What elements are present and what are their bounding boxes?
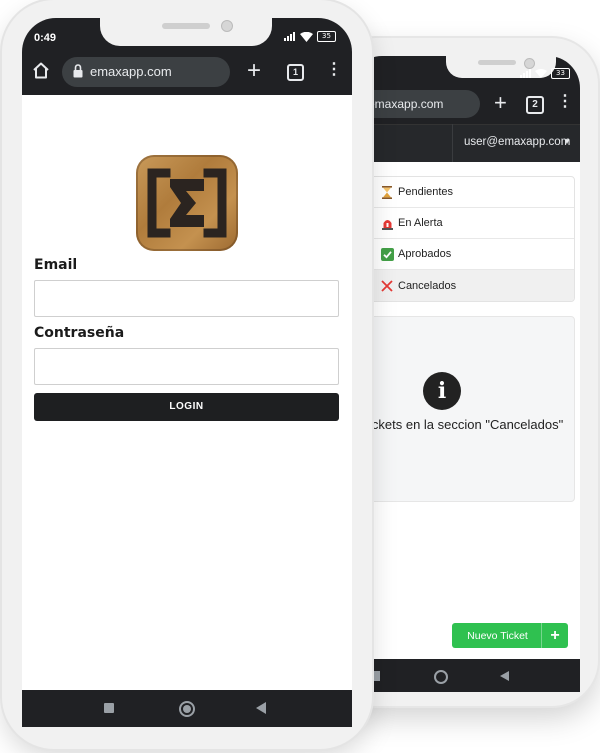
back-speaker xyxy=(478,60,516,65)
new-tab-icon[interactable]: + xyxy=(247,59,261,83)
new-ticket-button[interactable]: Nuevo Ticket + xyxy=(452,623,568,648)
siren-icon xyxy=(380,216,394,230)
wifi-icon xyxy=(300,31,313,42)
home-button-icon[interactable] xyxy=(434,670,448,684)
empty-state-message: ickets en la seccion "Cancelados" xyxy=(369,417,564,432)
back-arrow-icon[interactable] xyxy=(256,702,266,714)
front-status-icons: 35 xyxy=(284,31,336,42)
plus-icon: + xyxy=(541,623,568,648)
filter-label: En Alerta xyxy=(398,217,443,229)
back-status-icons: 33 xyxy=(520,66,570,80)
filter-pendientes[interactable]: Pendientes xyxy=(365,177,574,208)
check-icon xyxy=(380,247,394,261)
cross-icon xyxy=(380,279,394,293)
front-url-bar[interactable]: emaxapp.com xyxy=(62,57,230,87)
battery-icon: 33 xyxy=(551,67,570,79)
filter-en-alerta[interactable]: En Alerta xyxy=(365,208,574,239)
back-tab-switcher[interactable]: 2 xyxy=(526,96,544,114)
filter-label: Aprobados xyxy=(398,248,452,260)
lock-icon xyxy=(73,64,83,83)
signal-icon xyxy=(284,32,295,41)
more-menu-icon[interactable]: ⋮ xyxy=(326,62,342,78)
login-button[interactable]: LOGIN xyxy=(34,393,339,421)
front-speaker xyxy=(162,23,210,29)
back-url-text: emaxapp.com xyxy=(368,97,444,111)
tab-switcher[interactable]: 1 xyxy=(287,64,304,81)
filter-aprobados[interactable]: Aprobados xyxy=(365,239,574,270)
front-url-text: emaxapp.com xyxy=(90,64,172,79)
battery-icon: 35 xyxy=(317,31,336,42)
ticket-filter-list: Pendientes En Alerta Aprobados Cancelado… xyxy=(364,176,575,302)
signal-icon xyxy=(520,68,531,78)
filter-label: Cancelados xyxy=(398,279,457,292)
front-camera xyxy=(221,20,233,32)
navbar-divider xyxy=(452,124,453,162)
filter-cancelados[interactable]: Cancelados xyxy=(365,270,574,301)
back-more-menu-icon[interactable]: ⋮ xyxy=(557,94,573,110)
home-button-icon[interactable] xyxy=(179,701,195,717)
email-field[interactable] xyxy=(34,280,339,317)
empty-state-panel xyxy=(364,316,575,502)
wifi-icon xyxy=(535,68,547,78)
email-label: Email xyxy=(34,257,78,273)
info-icon: i xyxy=(423,372,461,410)
emax-logo xyxy=(136,155,238,251)
back-arrow-icon[interactable] xyxy=(500,671,509,681)
new-ticket-label: Nuevo Ticket xyxy=(467,629,528,642)
password-field[interactable] xyxy=(34,348,339,385)
status-time: 0:49 xyxy=(34,32,57,44)
filter-label: Pendientes xyxy=(398,186,454,198)
recents-icon[interactable] xyxy=(104,703,114,713)
hourglass-icon xyxy=(380,185,394,199)
back-new-tab-icon[interactable]: + xyxy=(494,92,507,114)
home-icon[interactable] xyxy=(32,62,50,84)
password-label: Contraseña xyxy=(34,325,125,341)
user-menu[interactable]: user@emaxapp.com xyxy=(464,136,570,148)
chevron-down-icon[interactable]: ▼ xyxy=(563,137,571,146)
back-system-navbar xyxy=(350,659,580,692)
